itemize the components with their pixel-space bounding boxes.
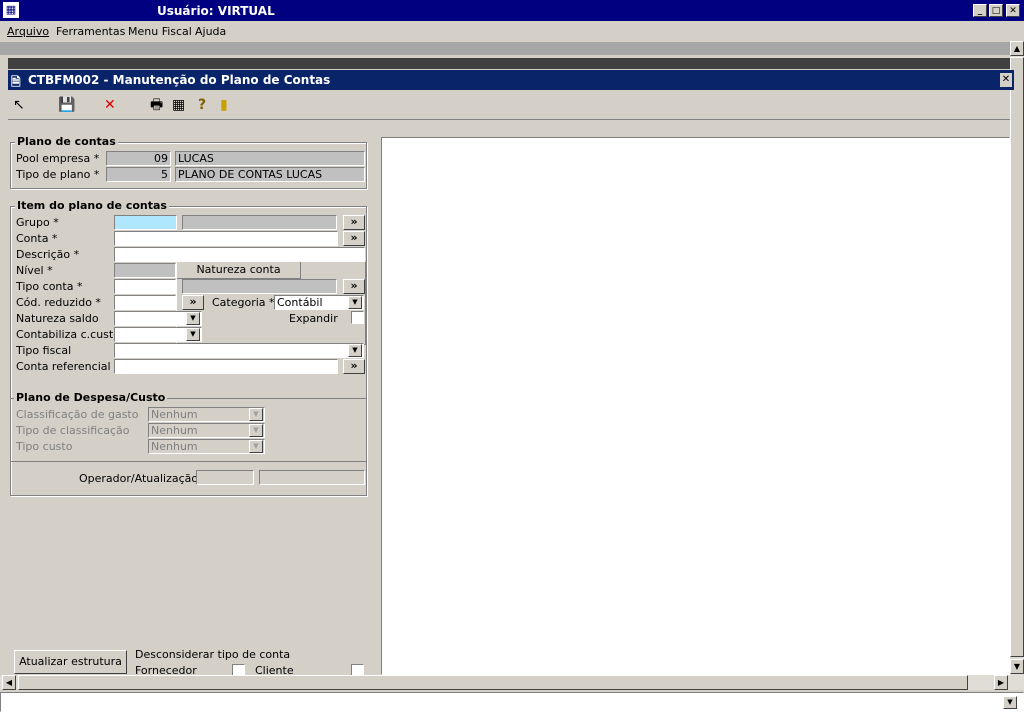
- vertical-scrollbar[interactable]: ▲ ▼: [1010, 41, 1024, 675]
- mdi-toolbar-area: [0, 42, 1010, 55]
- status-dropdown-icon[interactable]: ▼: [1003, 696, 1017, 709]
- tipo-conta-lookup-button[interactable]: »: [343, 279, 365, 294]
- grupo-label: Grupo *: [16, 216, 59, 229]
- hscroll-thumb[interactable]: [18, 675, 968, 690]
- operador-label: Operador/Atualização: [79, 472, 199, 485]
- exit-icon[interactable]: ▮: [220, 98, 228, 112]
- scroll-thumb[interactable]: [1010, 57, 1024, 657]
- window-title: Usuário: VIRTUAL: [157, 4, 275, 18]
- descricao-label: Descrição *: [16, 248, 80, 261]
- minimize-button[interactable]: _: [973, 4, 987, 17]
- tipo-fiscal-select[interactable]: [114, 343, 364, 358]
- scroll-left-icon[interactable]: ◀: [2, 675, 16, 690]
- classificacao-gasto-select: Nenhum: [148, 407, 265, 422]
- window-title-bar: ▦ Usuário: VIRTUAL _ □ ✕: [0, 0, 1024, 21]
- conta-referencial-lookup-button[interactable]: »: [343, 359, 365, 374]
- tipo-conta-description: [182, 279, 337, 294]
- conta-referencial-input[interactable]: [114, 359, 338, 374]
- maximize-button[interactable]: □: [989, 4, 1003, 17]
- tipo-classificacao-dropdown-icon: ▼: [249, 424, 263, 437]
- natureza-conta-header: Natureza conta: [177, 262, 301, 279]
- document-icon: 🗎: [11, 75, 21, 89]
- conta-referencial-label: Conta referencial: [16, 360, 111, 373]
- contabiliza-label: Contabiliza c.custo: [16, 328, 120, 341]
- app-icon[interactable]: ▦: [3, 2, 19, 18]
- plano-contas-title: Plano de contas: [15, 135, 118, 148]
- mdi-divider: [8, 58, 1010, 69]
- tipo-fiscal-dropdown-icon[interactable]: ▼: [348, 344, 362, 357]
- scroll-up-icon[interactable]: ▲: [1010, 41, 1024, 56]
- horizontal-scrollbar[interactable]: ◀ ▶: [0, 675, 1024, 690]
- menu-bar: Arquivo Ferramentas Menu Fiscal Ajuda: [0, 21, 1024, 41]
- tipo-custo-dropdown-icon: ▼: [249, 440, 263, 453]
- conta-label: Conta *: [16, 232, 58, 245]
- expandir-checkbox[interactable]: [351, 311, 364, 324]
- descricao-input[interactable]: [114, 247, 365, 262]
- cod-reduzido-input[interactable]: [114, 295, 176, 310]
- delete-icon[interactable]: ✕: [104, 98, 116, 112]
- child-close-button[interactable]: ✕: [1000, 73, 1012, 87]
- conta-input[interactable]: [114, 231, 338, 246]
- close-button[interactable]: ✕: [1006, 4, 1020, 17]
- tipo-fiscal-label: Tipo fiscal: [16, 344, 72, 357]
- conta-lookup-button[interactable]: »: [343, 231, 365, 246]
- atualizar-estrutura-button[interactable]: Atualizar estrutura: [14, 650, 127, 674]
- atualizar-estrutura-label: Atualizar estrutura: [19, 655, 122, 668]
- expandir-label: Expandir: [289, 312, 338, 325]
- toolbar: ↖ 💾 ✕ 🖶 ▦ ? ▮: [8, 92, 1010, 120]
- calendar-icon[interactable]: ▦: [172, 98, 185, 112]
- natureza-saldo-label: Natureza saldo: [16, 312, 99, 325]
- operador-field: [196, 470, 254, 485]
- menu-fiscal[interactable]: Menu Fiscal: [128, 25, 192, 38]
- grupo-lookup-button[interactable]: »: [343, 215, 365, 230]
- contabiliza-dropdown-icon[interactable]: ▼: [186, 328, 200, 341]
- tipo-plano-name: PLANO DE CONTAS LUCAS: [175, 167, 365, 182]
- pool-empresa-label: Pool empresa *: [16, 152, 100, 165]
- menu-ajuda[interactable]: Ajuda: [195, 25, 226, 38]
- status-bar[interactable]: ▼: [0, 692, 1024, 712]
- tipo-plano-code[interactable]: 5: [106, 167, 171, 182]
- tipo-custo-label: Tipo custo: [16, 440, 73, 453]
- desconsiderar-label: Desconsiderar tipo de conta: [135, 648, 291, 661]
- nivel-input: [114, 263, 176, 278]
- nivel-label: Nível *: [16, 264, 53, 277]
- natureza-saldo-dropdown-icon[interactable]: ▼: [186, 312, 200, 325]
- child-window-title-bar: 🗎 CTBFM002 - Manutenção do Plano de Cont…: [8, 70, 1014, 90]
- cod-reduzido-lookup-button[interactable]: »: [182, 295, 204, 310]
- despesa-title: Plano de Despesa/Custo: [14, 391, 168, 404]
- grupo-input[interactable]: [114, 215, 177, 230]
- classificacao-gasto-dropdown-icon: ▼: [249, 408, 263, 421]
- pool-empresa-name: LUCAS: [175, 151, 365, 166]
- save-icon[interactable]: 💾: [58, 98, 75, 112]
- tipo-classificacao-select: Nenhum: [148, 423, 265, 438]
- tree-view-panel[interactable]: [381, 137, 1010, 675]
- tipo-conta-label: Tipo conta *: [16, 280, 83, 293]
- pool-empresa-code[interactable]: 09: [106, 151, 171, 166]
- tipo-conta-input[interactable]: [114, 279, 176, 294]
- classificacao-gasto-label: Classificação de gasto: [16, 408, 139, 421]
- atualizacao-field: [259, 470, 365, 485]
- item-plano-title: Item do plano de contas: [15, 199, 169, 212]
- tipo-classificacao-label: Tipo de classificação: [16, 424, 130, 437]
- tipo-custo-select: Nenhum: [148, 439, 265, 454]
- child-window-title: CTBFM002 - Manutenção do Plano de Contas: [28, 73, 331, 87]
- pointer-icon[interactable]: ↖: [13, 98, 25, 112]
- menu-arquivo[interactable]: Arquivo: [7, 25, 49, 38]
- menu-ferramentas[interactable]: Ferramentas: [56, 25, 125, 38]
- tipo-plano-label: Tipo de plano *: [16, 168, 100, 181]
- operador-divider: [11, 461, 366, 462]
- scroll-right-icon[interactable]: ▶: [994, 675, 1008, 690]
- help-icon[interactable]: ?: [198, 98, 206, 112]
- categoria-label: Categoria *: [212, 296, 275, 309]
- categoria-dropdown-icon[interactable]: ▼: [348, 296, 362, 309]
- print-icon[interactable]: 🖶: [150, 98, 163, 112]
- grupo-description: [182, 215, 337, 230]
- cod-reduzido-label: Cód. reduzido *: [16, 296, 101, 309]
- scroll-down-icon[interactable]: ▼: [1010, 659, 1024, 674]
